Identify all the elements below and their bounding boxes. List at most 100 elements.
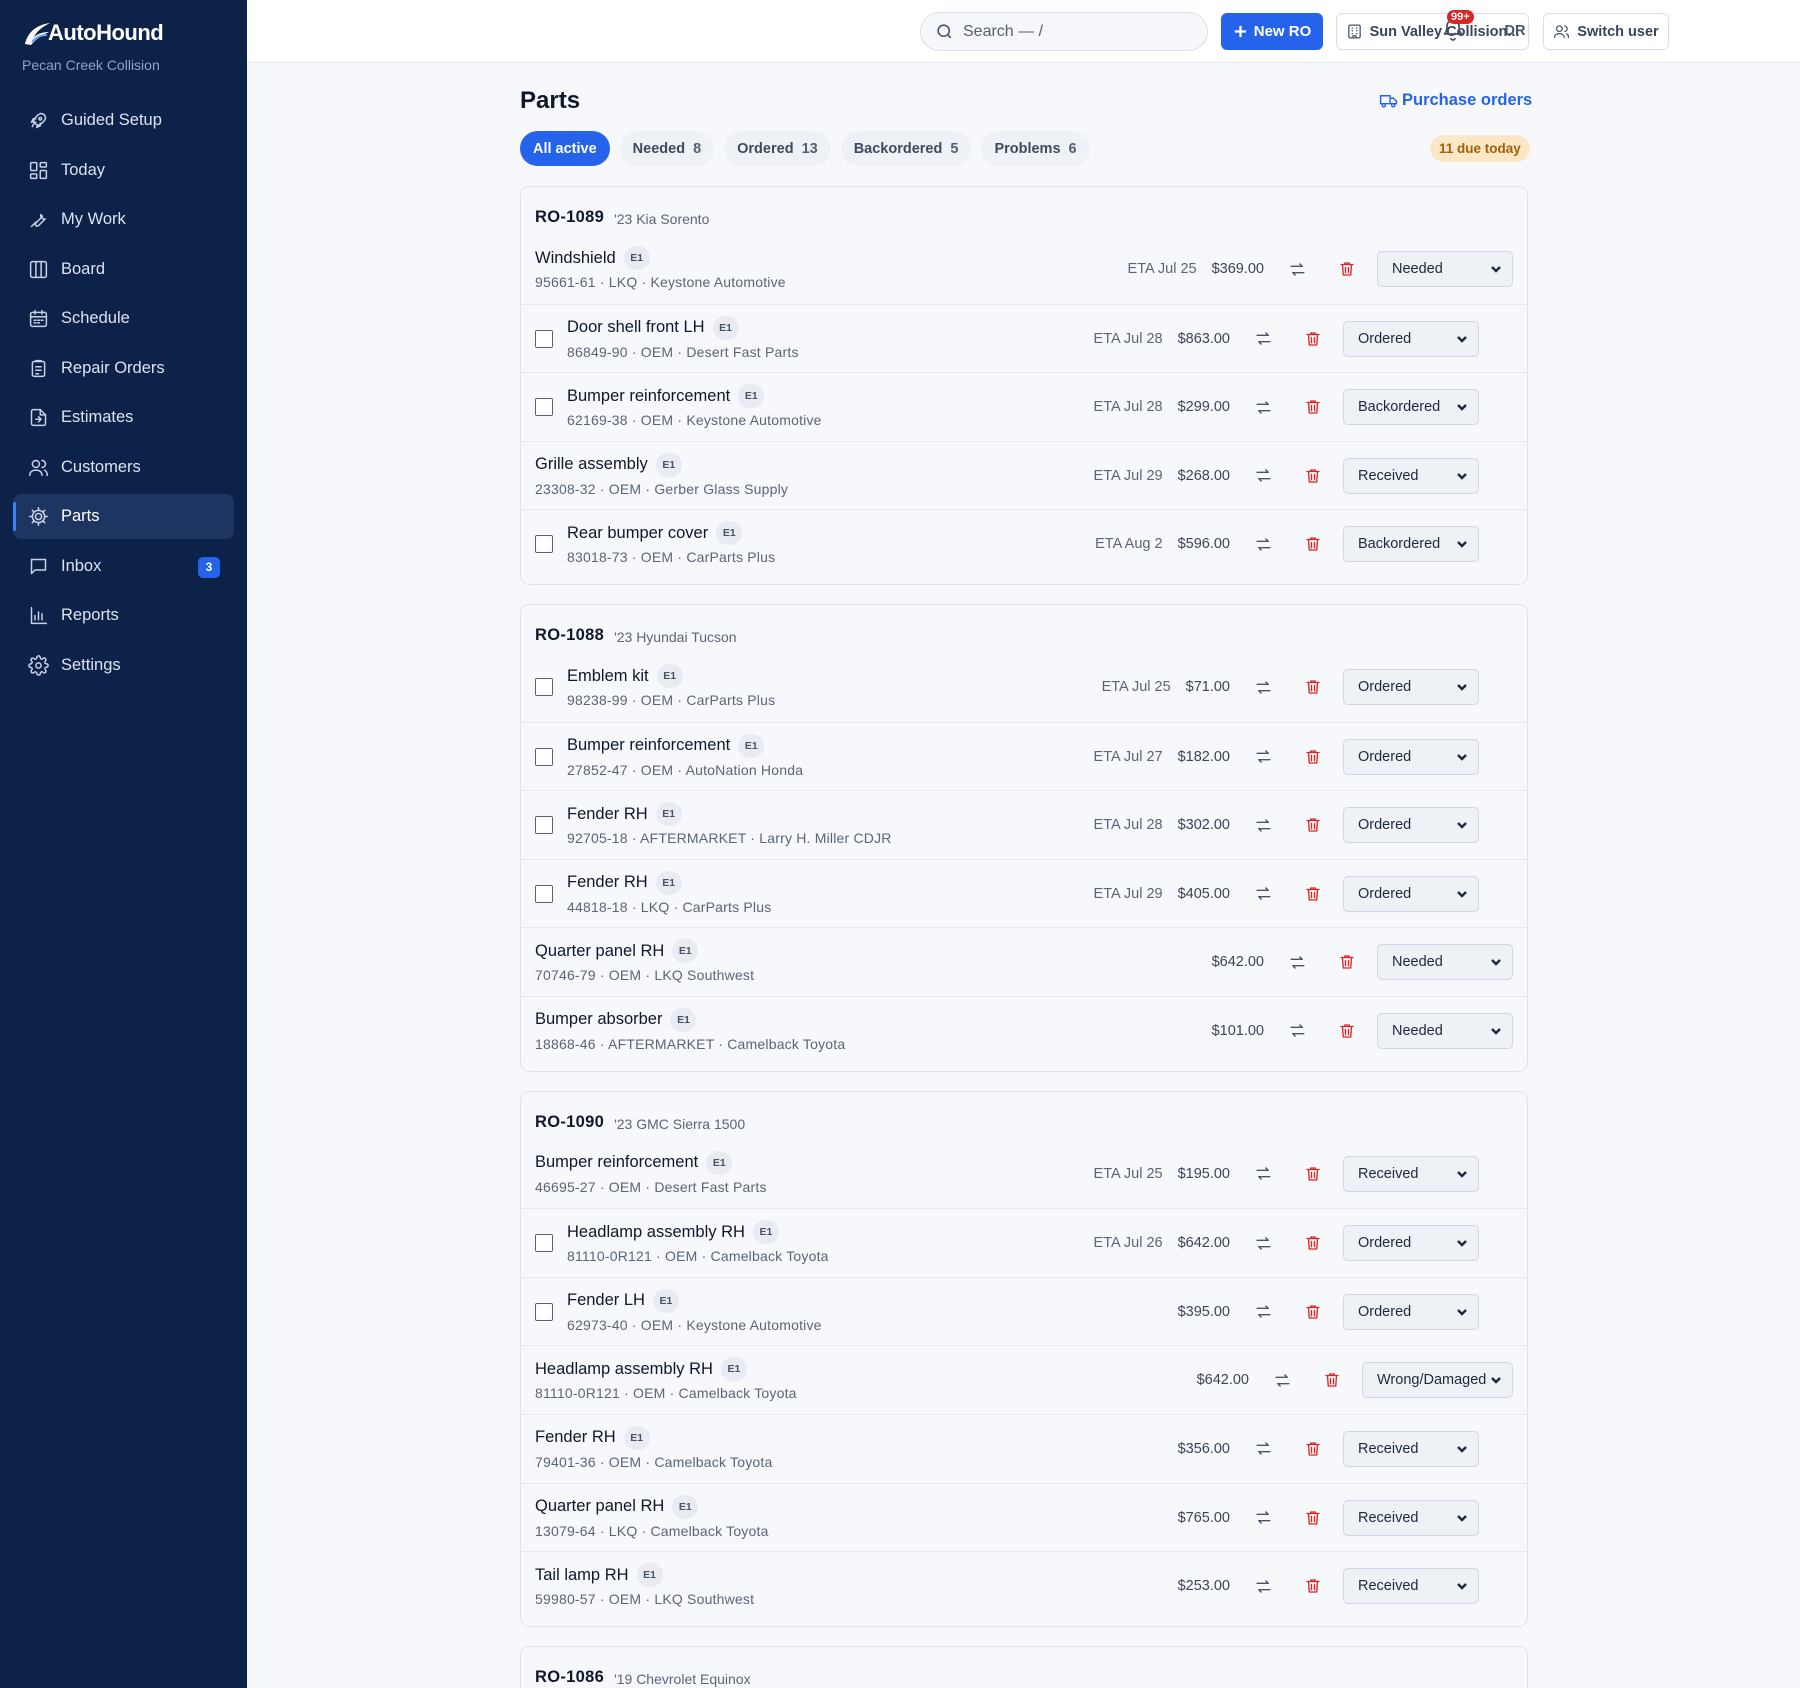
part-status-select[interactable]: Needed (1377, 944, 1513, 981)
user-avatar[interactable]: DR (1499, 17, 1531, 45)
swap-part-button[interactable] (1252, 1163, 1274, 1185)
part-status-select[interactable]: Ordered (1343, 1293, 1479, 1330)
part-status-select[interactable]: Backordered (1343, 526, 1479, 563)
part-status-select[interactable]: Wrong/Damaged (1362, 1362, 1513, 1399)
swap-part-button[interactable] (1286, 1020, 1308, 1042)
switch-user-button[interactable]: Switch user (1543, 13, 1669, 50)
delete-part-button[interactable] (1302, 1301, 1324, 1323)
delete-part-button[interactable] (1302, 396, 1324, 418)
sidebar-item-my-work[interactable]: My Work (13, 197, 234, 242)
part-status-select[interactable]: Ordered (1343, 669, 1479, 705)
ro-number[interactable]: RO-1086 (535, 1668, 604, 1687)
delete-part-button[interactable] (1302, 1438, 1324, 1460)
sidebar-item-guided-setup[interactable]: Guided Setup (13, 98, 234, 143)
swap-part-button[interactable] (1271, 1369, 1293, 1391)
part-status-select[interactable]: Received (1343, 1155, 1479, 1192)
swap-part-button[interactable] (1252, 814, 1274, 836)
swap-part-button[interactable] (1252, 533, 1274, 555)
part-select-checkbox[interactable] (535, 1302, 553, 1321)
filter-all-active[interactable]: All active (520, 131, 610, 166)
part-select-checkbox[interactable] (535, 678, 553, 696)
part-select-checkbox[interactable] (535, 816, 553, 835)
brand-logo[interactable]: AutoHound (22, 18, 164, 48)
swap-part-button[interactable] (1252, 746, 1274, 768)
part-status-select[interactable]: Ordered (1343, 320, 1479, 357)
sidebar-item-inbox[interactable]: Inbox 3 (13, 544, 234, 589)
part-status-select[interactable]: Received (1343, 1568, 1479, 1605)
sidebar-item-board[interactable]: Board (13, 247, 234, 292)
delete-part-button[interactable] (1302, 465, 1324, 487)
sidebar-item-customers[interactable]: Customers (13, 445, 234, 490)
part-status-select[interactable]: Received (1343, 457, 1479, 494)
part-select-checkbox[interactable] (535, 535, 553, 554)
part-details: 98238-99 · OEM · CarParts Plus (567, 692, 776, 708)
part-status-value: Wrong/Damaged (1377, 1372, 1487, 1389)
filter-problems[interactable]: Problems 6 (981, 131, 1090, 166)
purchase-orders-link[interactable]: Purchase orders (1379, 91, 1532, 110)
delete-part-button[interactable] (1302, 814, 1324, 836)
filter-needed[interactable]: Needed 8 (619, 131, 715, 166)
swap-part-button[interactable] (1252, 883, 1274, 905)
swap-part-button[interactable] (1252, 1232, 1274, 1254)
part-select-checkbox[interactable] (535, 1234, 553, 1253)
swap-part-button[interactable] (1252, 396, 1274, 418)
filter-count: 6 (1068, 140, 1077, 157)
delete-part-button[interactable] (1336, 1020, 1358, 1042)
search-input[interactable]: Search — / (920, 12, 1208, 51)
part-status-select[interactable]: Received (1343, 1499, 1479, 1536)
part-status-select[interactable]: Received (1343, 1430, 1479, 1467)
sidebar-item-estimates[interactable]: Estimates (13, 395, 234, 440)
swap-part-button[interactable] (1252, 465, 1274, 487)
part-status-select[interactable]: Ordered (1343, 807, 1479, 844)
swap-part-button[interactable] (1252, 676, 1274, 698)
new-ro-button[interactable]: New RO (1221, 13, 1323, 50)
part-status-select[interactable]: Ordered (1343, 875, 1479, 912)
part-select-checkbox[interactable] (535, 884, 553, 903)
ro-number[interactable]: RO-1089 (535, 208, 604, 227)
part-row: Windshield E1 95661-61 · LKQ · Keystone A… (521, 235, 1527, 304)
swap-part-button[interactable] (1252, 328, 1274, 350)
swap-part-button[interactable] (1252, 1438, 1274, 1460)
swap-part-button[interactable] (1286, 258, 1308, 280)
swap-icon (1255, 680, 1271, 694)
delete-part-button[interactable] (1336, 951, 1358, 973)
part-status-select[interactable]: Ordered (1343, 738, 1479, 775)
part-select-checkbox[interactable] (535, 329, 553, 348)
swap-part-button[interactable] (1252, 1575, 1274, 1597)
part-status-select[interactable]: Ordered (1343, 1225, 1479, 1262)
delete-part-button[interactable] (1336, 258, 1358, 280)
filter-ordered[interactable]: Ordered 13 (724, 131, 831, 166)
swap-part-button[interactable] (1252, 1507, 1274, 1529)
sidebar-item-schedule[interactable]: Schedule (13, 296, 234, 341)
swap-part-button[interactable] (1252, 1301, 1274, 1323)
delete-part-button[interactable] (1302, 1575, 1324, 1597)
delete-part-button[interactable] (1302, 328, 1324, 350)
part-actions: ETA Jul 25 $369.00 Needed (1128, 251, 1513, 287)
swap-part-button[interactable] (1286, 951, 1308, 973)
ro-number[interactable]: RO-1088 (535, 626, 604, 645)
dashboard-icon (27, 159, 49, 181)
delete-part-button[interactable] (1302, 746, 1324, 768)
delete-part-button[interactable] (1302, 1232, 1324, 1254)
part-name: Tail lamp RH (535, 1565, 629, 1584)
delete-part-button[interactable] (1321, 1369, 1343, 1391)
part-status-select[interactable]: Needed (1377, 1012, 1513, 1049)
sidebar-item-settings[interactable]: Settings (13, 643, 234, 688)
sidebar-item-repair-orders[interactable]: Repair Orders (13, 346, 234, 391)
ro-group-header: RO-1088 '23 Hyundai Tucson (521, 605, 1527, 653)
delete-part-button[interactable] (1302, 533, 1324, 555)
sidebar-item-reports[interactable]: Reports (13, 593, 234, 638)
part-status-select[interactable]: Needed (1377, 251, 1513, 287)
delete-part-button[interactable] (1302, 1507, 1324, 1529)
delete-part-button[interactable] (1302, 1163, 1324, 1185)
part-status-select[interactable]: Backordered (1343, 389, 1479, 426)
delete-part-button[interactable] (1302, 883, 1324, 905)
filter-backordered[interactable]: Backordered 5 (840, 131, 972, 166)
sidebar-item-parts[interactable]: Parts (13, 494, 234, 539)
part-price: $642.00 (1211, 954, 1264, 971)
sidebar-item-today[interactable]: Today (13, 148, 234, 193)
part-select-checkbox[interactable] (535, 398, 553, 417)
part-select-checkbox[interactable] (535, 747, 553, 766)
ro-number[interactable]: RO-1090 (535, 1113, 604, 1132)
delete-part-button[interactable] (1302, 676, 1324, 698)
